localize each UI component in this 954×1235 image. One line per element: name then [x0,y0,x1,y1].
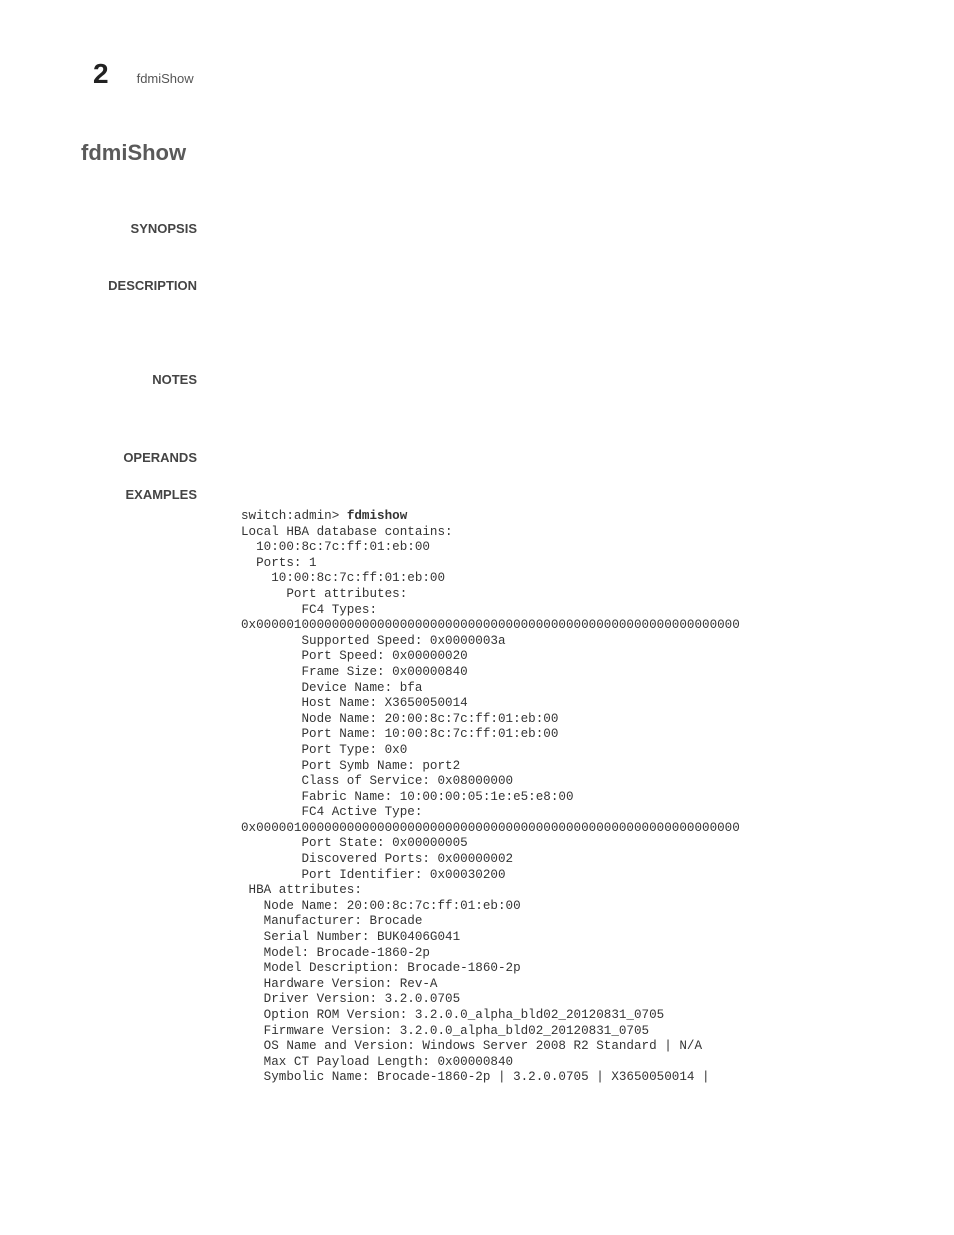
header-title: fdmiShow [137,71,194,86]
example-output: switch:admin> fdmishow Local HBA databas… [241,509,740,1086]
command-heading: fdmiShow [81,140,186,166]
shell-prompt: switch:admin> [241,509,347,523]
section-label-description: DESCRIPTION [47,278,197,293]
page-header: 2 fdmiShow [93,58,194,90]
section-label-operands: OPERANDS [47,450,197,465]
chapter-number: 2 [93,58,109,90]
section-label-examples: EXAMPLES [47,487,197,502]
shell-output: Local HBA database contains: 10:00:8c:7c… [241,525,740,1085]
section-label-synopsis: SYNOPSIS [47,221,197,236]
section-label-notes: NOTES [47,372,197,387]
shell-command: fdmishow [347,509,407,523]
